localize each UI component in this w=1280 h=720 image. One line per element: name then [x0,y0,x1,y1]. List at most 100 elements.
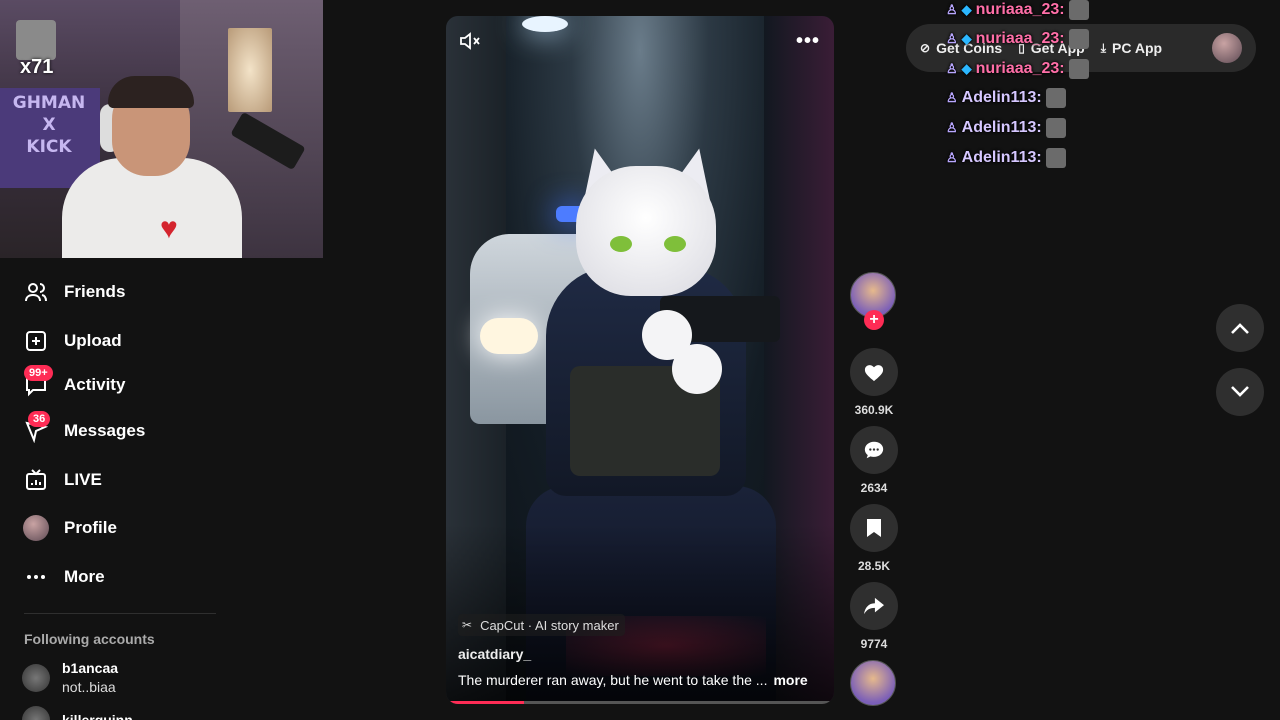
chevron-down-icon [1231,386,1249,397]
chat-role-icon: ♙ [946,31,958,46]
messages-icon: 36 [22,411,51,445]
sidebar-item-label: Friends [64,282,126,301]
video-options-button[interactable]: ••• [796,30,820,53]
webcam-window-light [228,28,272,112]
webcam-badge-image [16,20,56,60]
share-button[interactable] [850,582,898,630]
pc-app-label: PC App [1112,40,1163,56]
chat-emote [1045,118,1066,138]
sidebar-item-label: Profile [64,518,117,537]
mute-button[interactable] [458,30,482,52]
share-count: 9774 [860,637,888,651]
chat-message: ♙ ◆ nuriaaa_23: [946,59,1089,79]
chat-role-icon: ♙ [946,2,958,17]
description-text: The murderer ran away, but he went to ta… [458,672,768,688]
activity-icon: 99+ [22,365,53,399]
scene-cat-paw [672,344,722,394]
save-count: 28.5K [857,559,891,573]
chat-username: nuriaaa_23: [975,1,1065,18]
sidebar-item-profile[interactable]: Profile [22,513,117,543]
music-disc-avatar[interactable] [850,660,896,706]
chat-cube-icon: ◆ [961,31,972,46]
video-progress-fill [446,701,524,704]
chevron-up-icon [1231,323,1249,334]
following-account-item[interactable]: killerguinn [22,706,133,720]
capcut-tag[interactable]: ✂ CapCut · AI story maker [458,614,625,636]
account-nickname: not..biaa [62,679,116,695]
sidebar-divider [24,613,216,614]
capcut-icon: ✂ [462,618,473,632]
chat-username: Adelin113: [961,119,1042,136]
chat-username: Adelin113: [961,89,1042,106]
sidebar-item-upload[interactable]: Upload [22,326,122,356]
webcam-badge-count: x71 [20,56,54,78]
following-account-item[interactable]: b1ancaa not..biaa [22,659,118,697]
shirt-heart-icon: ♥ [160,212,178,245]
coin-icon: ⊘ [920,41,931,55]
profile-avatar [22,514,50,542]
comment-count: 2634 [860,481,888,495]
scene-cat-eye [610,236,632,252]
save-button[interactable] [850,504,898,552]
bookmark-icon [867,519,881,537]
sidebar-item-label: LIVE [64,470,102,489]
streamer-hair [108,76,194,108]
account-username: killerguinn [62,711,133,720]
friends-icon [22,278,50,306]
previous-video-button[interactable] [1216,304,1264,352]
account-username: b1ancaa [62,660,119,676]
follow-plus-button[interactable]: + [864,310,884,330]
video-author[interactable]: aicatdiary_ [458,646,531,662]
sidebar-item-messages[interactable]: 36 Messages [22,411,145,446]
video-progress-bar[interactable] [446,701,834,704]
chat-message: ♙ ◆ nuriaaa_23: [946,29,1089,49]
chat-role-icon: ♙ [946,61,958,76]
chat-emote [1068,29,1089,49]
video-player[interactable]: ••• ✂ CapCut · AI story maker aicatdiary… [446,16,834,704]
chat-message: ♙ Adelin113: [946,118,1066,138]
chat-username: nuriaaa_23: [975,60,1065,77]
upload-icon [22,327,50,355]
sidebar-item-live[interactable]: LIVE [22,465,102,495]
scene-cat-head [576,166,716,296]
sidebar-item-label: More [64,567,105,586]
scene-lamp [522,16,568,32]
speaker-muted-icon [460,32,480,50]
sidebar-item-activity[interactable]: 99+ Activity [22,365,126,400]
account-avatar [22,706,50,720]
account-avatar [22,664,50,692]
chat-message: ♙ Adelin113: [946,148,1066,168]
user-avatar[interactable] [1212,33,1242,63]
live-icon [22,466,50,494]
chat-emote [1045,148,1066,168]
chat-message: ♙ ◆ nuriaaa_23: [946,0,1089,20]
download-icon: ⤓ [1100,40,1107,55]
activity-badge: 99+ [24,365,53,381]
comment-button[interactable] [850,426,898,474]
chat-role-icon: ♙ [946,90,958,105]
comment-icon [864,441,884,459]
webcam-banner-text: GHMAN X KICK [12,93,86,157]
description-more-link[interactable]: more [773,672,807,688]
video-description: The murderer ran away, but he went to ta… [458,672,828,688]
chat-cube-icon: ◆ [961,2,972,17]
capcut-label: CapCut · AI story maker [480,617,619,633]
chat-emote [1045,88,1066,108]
streamer-webcam-overlay: GHMAN X KICK x71 ♥ [0,0,323,258]
sidebar-item-more[interactable]: More [22,562,105,592]
chat-cube-icon: ◆ [961,61,972,76]
heart-icon [864,365,884,382]
more-icon [22,563,50,591]
scene-headlight [480,318,538,354]
like-button[interactable] [850,348,898,396]
following-accounts-title: Following accounts [24,631,155,647]
scene-cat-eye [664,236,686,252]
share-icon [864,597,884,615]
chat-role-icon: ♙ [946,120,958,135]
pc-app-link[interactable]: ⤓ PC App [1101,40,1162,56]
sidebar-item-friends[interactable]: Friends [22,277,125,307]
next-video-button[interactable] [1216,368,1264,416]
chat-emote [1068,0,1089,20]
sidebar-item-label: Activity [64,375,126,394]
chat-username: Adelin113: [961,149,1042,166]
